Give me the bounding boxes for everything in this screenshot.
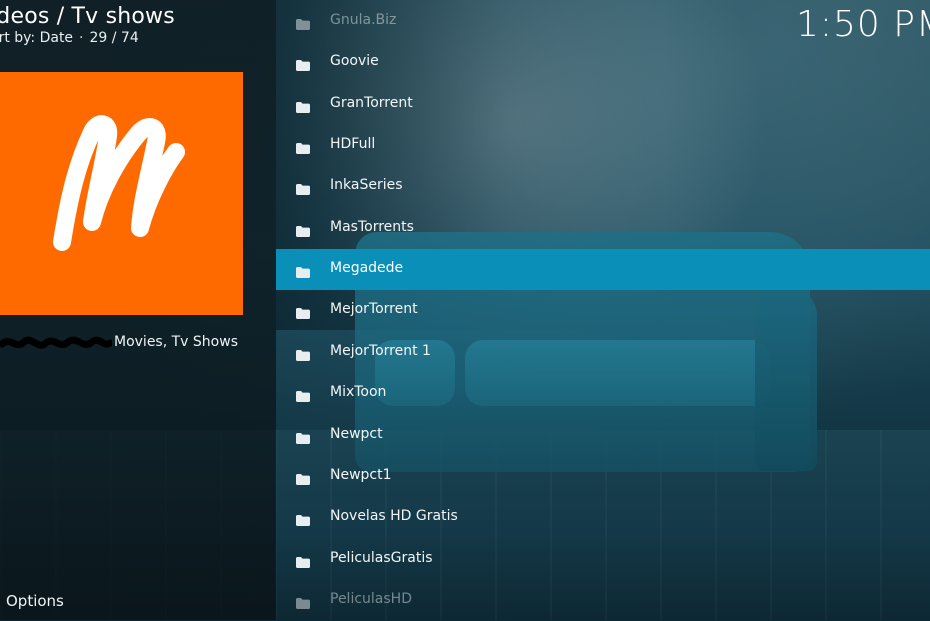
addon-genres: Movies, Tv Shows — [114, 334, 238, 350]
list-item-label: Novelas HD Gratis — [330, 508, 458, 525]
folder-icon — [296, 180, 310, 196]
info-panel: ideos / Tv shows ort by: Date · 29 / 74 Mo… — [0, 0, 276, 620]
list-item-label: HDFull — [330, 136, 376, 153]
list-item[interactable]: PeliculasHD — [276, 580, 930, 621]
folder-icon — [296, 553, 310, 568]
folder-icon — [296, 304, 310, 320]
folder-icon — [296, 511, 310, 527]
list-item[interactable]: InkaSeries — [276, 166, 930, 207]
list-item-label: Newpct1 — [330, 466, 392, 483]
sort-label: ort by: Date — [0, 30, 74, 46]
list-item[interactable]: MejorTorrent 1 — [276, 332, 930, 373]
list-item[interactable]: Newpct1 — [276, 456, 930, 497]
redacted-text-scribble — [0, 336, 112, 349]
list-item[interactable]: MasTorrents — [276, 208, 930, 249]
list-item[interactable]: MejorTorrent — [276, 290, 930, 331]
page-title: ideos / Tv shows — [0, 4, 175, 29]
folder-icon — [296, 15, 310, 30]
list-item-label: InkaSeries — [330, 177, 403, 194]
list-item[interactable]: MixToon — [276, 373, 930, 414]
list-item-label: Goovie — [330, 53, 379, 70]
sort-info: ort by: Date · 29 / 74 — [0, 30, 139, 46]
folder-icon — [296, 387, 310, 403]
list-item-label: PeliculasGratis — [330, 549, 433, 566]
list-item[interactable]: Newpct — [276, 415, 930, 456]
list-item[interactable]: HDFull — [276, 125, 930, 166]
folder-icon — [296, 429, 310, 444]
list-item-label: Newpct — [330, 425, 383, 442]
list-item[interactable]: Gnula.Biz — [276, 1, 930, 42]
addon-thumbnail — [0, 72, 243, 315]
list-item-label: PeliculasHD — [330, 590, 412, 607]
folder-icon — [296, 139, 310, 155]
list-item-label: MixToon — [330, 384, 387, 401]
list-item-label: MasTorrents — [330, 218, 414, 235]
folder-icon — [296, 222, 310, 237]
addon-list: Gnula.Biz Goovie GranTorrent HDFull InkaSeri… — [276, 0, 930, 620]
folder-icon — [296, 263, 310, 279]
folder-icon — [296, 56, 310, 72]
list-item[interactable]: Megadede — [276, 249, 930, 291]
list-item[interactable]: Novelas HD Gratis — [276, 497, 930, 538]
folder-icon — [296, 98, 310, 113]
folder-icon — [296, 346, 310, 361]
list-item-label: MejorTorrent — [330, 301, 418, 318]
item-position: 29 / 74 — [89, 30, 139, 46]
options-button[interactable]: Options — [6, 592, 64, 610]
list-item[interactable]: Goovie — [276, 42, 930, 83]
list-item-label: MejorTorrent 1 — [330, 342, 431, 359]
list-item-label: Megadede — [330, 260, 404, 277]
list-item-label: GranTorrent — [330, 94, 413, 111]
list-item[interactable]: GranTorrent — [276, 84, 930, 125]
folder-icon — [296, 594, 310, 609]
megadede-logo-icon — [53, 115, 185, 251]
list-item-label: Gnula.Biz — [330, 12, 397, 28]
list-item[interactable]: PeliculasGratis — [276, 539, 930, 580]
separator-dot: · — [79, 30, 84, 46]
folder-icon — [296, 470, 310, 485]
